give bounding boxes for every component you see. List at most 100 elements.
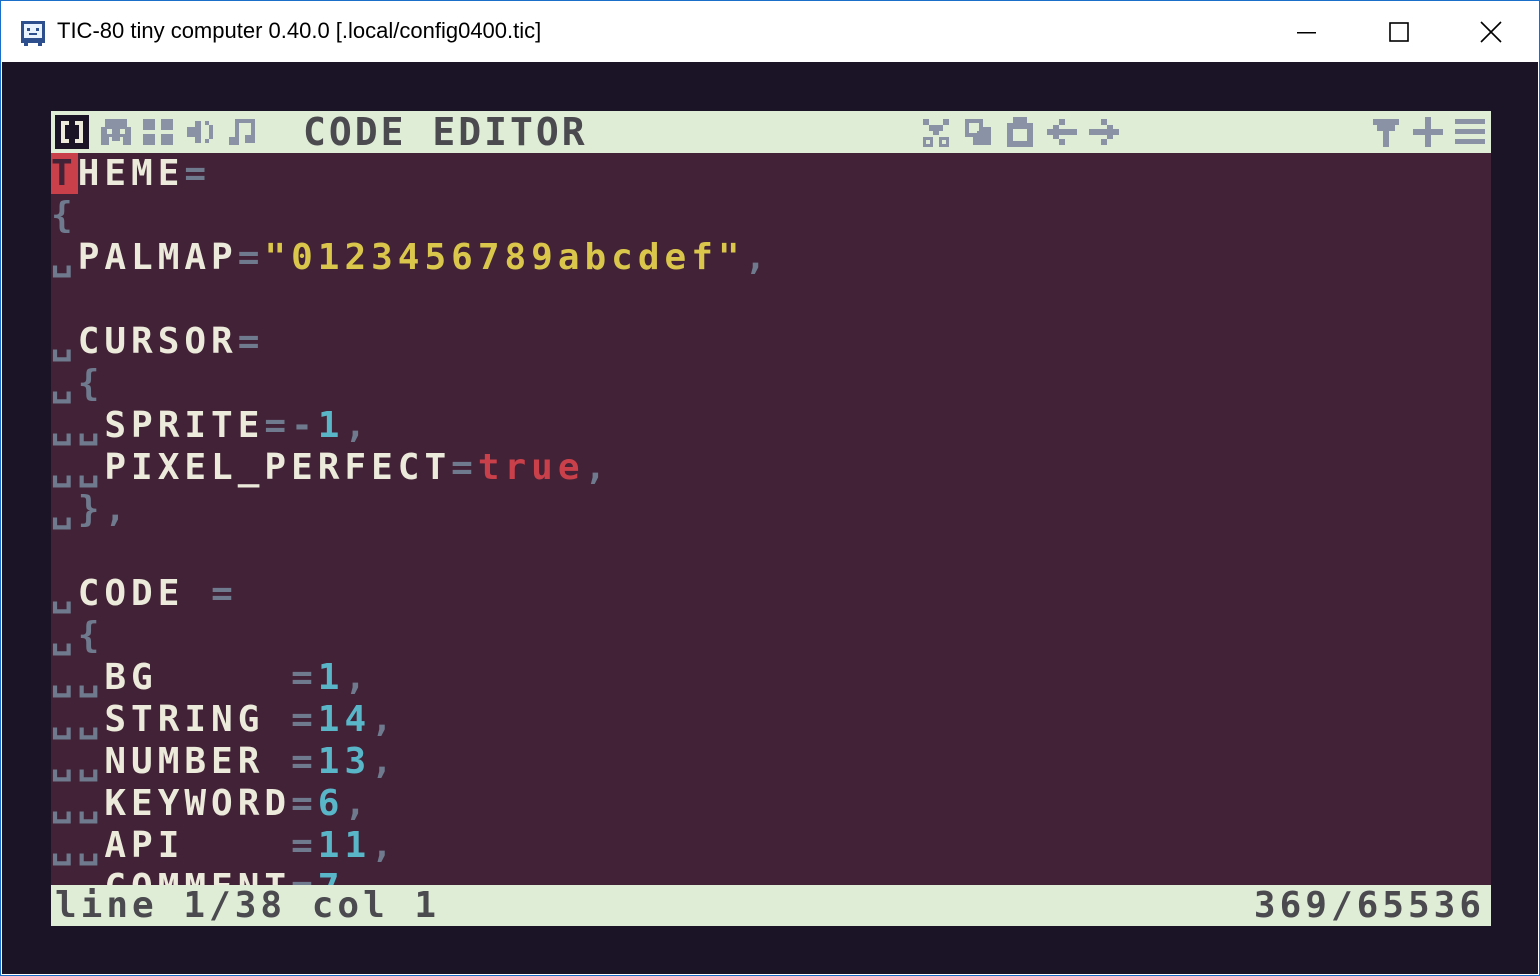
code-token: = — [291, 867, 318, 885]
code-line: ␣␣API =11, — [51, 825, 398, 867]
editor-toolbar: CODE EDITOR — [51, 111, 1491, 153]
emulator-screen: CODE EDITOR THEME= {␣PALMAP="0123456789… — [2, 62, 1538, 974]
indent-marker: ␣␣ — [51, 867, 104, 885]
code-token: API — [104, 825, 185, 866]
music-tab-icon[interactable] — [225, 115, 259, 149]
code-token: { — [77, 615, 105, 656]
code-token: 13 — [317, 741, 372, 782]
code-token: , — [584, 447, 612, 488]
code-token: = — [184, 153, 212, 194]
sprite-tab-icon[interactable] — [99, 115, 133, 149]
code-line: THEME= — [51, 153, 211, 195]
map-tab-icon[interactable] — [141, 115, 175, 149]
code-token: PIXEL_PERFECT — [104, 447, 452, 488]
code-token: =- — [264, 405, 318, 446]
code-token: = — [291, 783, 318, 824]
code-line: ␣␣KEYWORD=6, — [51, 783, 371, 825]
indent-marker: ␣␣ — [51, 741, 105, 782]
code-token: { — [51, 195, 78, 236]
indent-marker: ␣ — [51, 321, 78, 362]
status-bar: line 1/38 col 1 369/65536 — [51, 885, 1491, 926]
code-size: 369/65536 — [1253, 885, 1485, 926]
code-token: BG — [104, 657, 158, 698]
cursor-position: line 1/38 col 1 — [55, 885, 441, 926]
code-line: ␣␣BG =1, — [51, 657, 371, 699]
tic80-app-icon — [19, 19, 47, 47]
indent-marker: ␣␣ — [51, 405, 105, 446]
code-token: , — [344, 657, 372, 698]
code-tab-icon[interactable] — [55, 115, 89, 149]
code-token: KEYWORD — [104, 783, 292, 824]
code-token: CODE — [77, 573, 185, 614]
goto-icon[interactable] — [1411, 115, 1445, 149]
paste-icon[interactable] — [1003, 115, 1037, 149]
code-token: 1 — [317, 657, 345, 698]
indent-marker: ␣␣ — [51, 447, 105, 488]
code-token: = — [291, 741, 318, 782]
code-token: , — [344, 783, 372, 824]
code-token: , — [371, 699, 398, 740]
minimize-button[interactable] — [1261, 1, 1353, 62]
minimize-icon — [1297, 31, 1316, 33]
indent-marker: ␣␣ — [51, 657, 105, 698]
outline-icon[interactable] — [1453, 115, 1487, 149]
maximize-button[interactable] — [1353, 1, 1445, 62]
indent-marker: ␣␣ — [51, 783, 105, 824]
app-window: TIC-80 tiny computer 0.40.0 [.local/conf… — [0, 0, 1540, 976]
code-token: PALMAP — [77, 237, 238, 278]
code-line: ␣CURSOR= — [51, 321, 264, 363]
code-token: , — [344, 405, 372, 446]
code-line: ␣␣NUMBER =13, — [51, 741, 398, 783]
editor-title: CODE EDITOR — [303, 110, 588, 154]
code-token: , — [371, 825, 398, 866]
redo-icon[interactable] — [1087, 115, 1121, 149]
code-token: "0123456789abcdef" — [264, 237, 745, 278]
code-token: true — [477, 447, 585, 488]
indent-marker: ␣ — [51, 363, 78, 404]
sfx-tab-icon[interactable] — [183, 115, 217, 149]
code-line: ␣␣PIXEL_PERFECT=true, — [51, 447, 611, 489]
code-token: = — [291, 825, 318, 866]
code-token: = — [184, 573, 238, 614]
code-token: 6 — [317, 783, 345, 824]
code-area[interactable]: THEME= { ␣PALMAP="0123456789abcdef", ␣CU… — [51, 153, 1491, 885]
code-editor: CODE EDITOR THEME= {␣PALMAP="0123456789… — [51, 111, 1491, 926]
cut-icon[interactable] — [919, 115, 953, 149]
undo-icon[interactable] — [1045, 115, 1079, 149]
code-token: = — [291, 699, 318, 740]
code-token: 14 — [317, 699, 372, 740]
close-button[interactable] — [1445, 1, 1537, 62]
indent-marker: ␣␣ — [51, 825, 105, 866]
window-title: TIC-80 tiny computer 0.40.0 [.local/conf… — [57, 18, 542, 43]
code-line: ␣␣SPRITE=-1, — [51, 405, 371, 447]
find-icon[interactable] — [1369, 115, 1403, 149]
code-line: ␣CODE = — [51, 573, 238, 615]
text-cursor: T — [51, 153, 78, 194]
title-bar[interactable]: TIC-80 tiny computer 0.40.0 [.local/conf… — [1, 1, 1539, 62]
indent-marker: ␣ — [51, 489, 78, 530]
code-token: COMMENT — [104, 867, 291, 885]
code-token: , — [371, 741, 398, 782]
indent-marker: ␣ — [51, 615, 78, 656]
code-token: 1 — [317, 405, 345, 446]
code-token: = — [237, 321, 265, 362]
code-line: ␣}, — [51, 489, 131, 531]
code-line: ␣␣STRING =14, — [51, 699, 398, 741]
code-token: NUMBER — [104, 741, 265, 782]
code-token: }, — [77, 489, 132, 530]
code-line: ␣PALMAP="0123456789abcdef", — [51, 237, 771, 279]
code-token: 7 — [318, 867, 345, 885]
code-token: SPRITE — [104, 405, 265, 446]
code-line: ␣{ — [51, 615, 104, 657]
code-line: ␣␣COMMENT=7 — [51, 867, 344, 885]
code-token: 11 — [317, 825, 372, 866]
code-token: = — [237, 237, 265, 278]
code-line: ␣{ — [51, 363, 104, 405]
close-icon — [1480, 20, 1502, 43]
code-token: , — [744, 237, 772, 278]
copy-icon[interactable] — [961, 115, 995, 149]
code-token: = — [291, 657, 318, 698]
indent-marker: ␣ — [51, 237, 78, 278]
code-line: { — [51, 195, 78, 237]
indent-marker: ␣ — [51, 573, 78, 614]
